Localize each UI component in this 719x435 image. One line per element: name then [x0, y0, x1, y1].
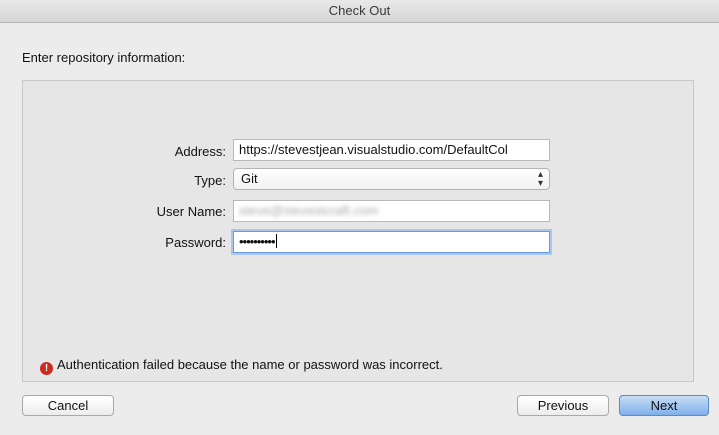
- checkout-dialog: Check Out Enter repository information: …: [0, 0, 719, 435]
- exclamation-icon: !: [40, 362, 53, 375]
- username-label: User Name:: [156, 204, 226, 219]
- error-message-row: ! Authentication failed because the name …: [40, 357, 443, 375]
- section-label: Enter repository information:: [22, 50, 186, 65]
- error-message: Authentication failed because the name o…: [57, 357, 443, 372]
- password-label: Password:: [165, 235, 226, 250]
- username-value: steve@stevestcraft.com: [239, 203, 378, 218]
- window-title: Check Out: [0, 0, 719, 23]
- password-value: ••••••••••: [239, 234, 276, 249]
- previous-button[interactable]: Previous: [517, 395, 609, 416]
- text-cursor: [275, 234, 277, 248]
- username-field[interactable]: steve@stevestcraft.com: [233, 200, 550, 222]
- address-field[interactable]: https://stevestjean.visualstudio.com/Def…: [233, 139, 550, 161]
- type-select-value: Git: [241, 171, 258, 186]
- chevron-up-down-icon: ▴ ▾: [537, 169, 543, 189]
- next-button[interactable]: Next: [619, 395, 709, 416]
- cancel-button[interactable]: Cancel: [22, 395, 114, 416]
- type-label: Type:: [194, 173, 226, 188]
- address-label: Address:: [174, 144, 226, 159]
- password-field[interactable]: ••••••••••: [233, 231, 550, 253]
- type-select[interactable]: Git ▴ ▾: [233, 168, 550, 190]
